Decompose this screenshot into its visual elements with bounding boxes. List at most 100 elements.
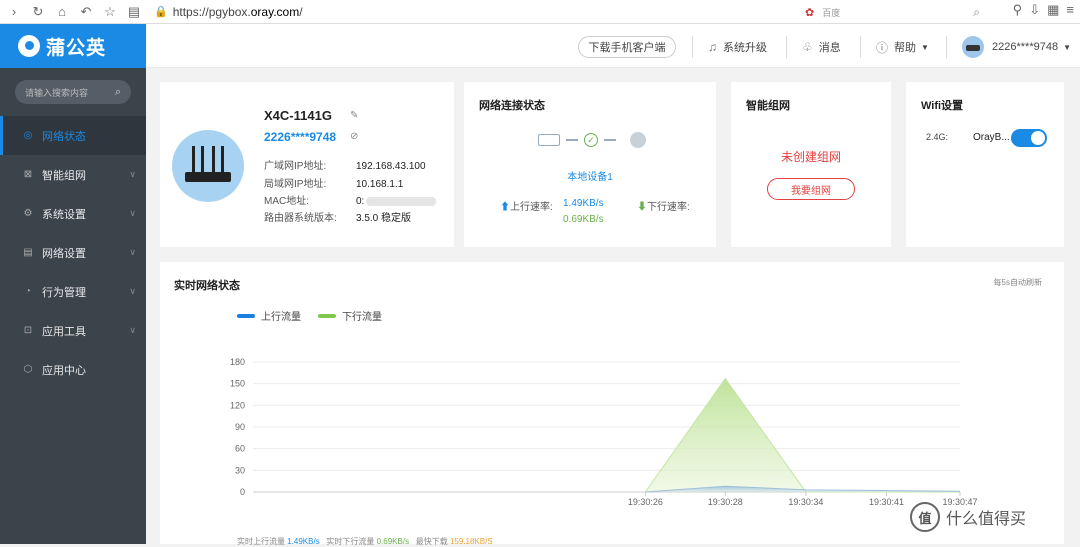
sidebar-item-smart-mesh[interactable]: ⊠ 智能组网 ∨ <box>0 155 146 194</box>
local-device-link[interactable]: 本地设备1 <box>464 168 716 183</box>
user-label: 2226****9748 <box>992 41 1059 53</box>
wifi-band: 2.4G: <box>926 132 949 142</box>
logo[interactable]: 蒲公英 <box>0 24 146 68</box>
star-icon[interactable]: ☆ <box>100 2 120 22</box>
divider <box>692 36 693 58</box>
chevron-down-icon: ▼ <box>1063 42 1071 52</box>
sidebar-item-app-tools[interactable]: ⊡ 应用工具 ∨ <box>0 311 146 350</box>
lan-ip-value: 10.168.1.1 <box>356 179 404 190</box>
sidebar-item-system-settings[interactable]: ⚙ 系统设置 ∨ <box>0 194 146 233</box>
sidebar-search-placeholder: 请输入搜索内容 <box>25 87 89 98</box>
bell-icon: ♫ <box>708 40 717 54</box>
device-account: 2226****9748 <box>264 130 337 144</box>
x-tick-label: 19:30:41 <box>869 497 904 507</box>
mesh-icon: ⊠ <box>23 169 33 180</box>
bottom-down-value: 0.69KB/s <box>376 537 410 546</box>
sidebar-item-label: 网络设置 <box>42 247 86 260</box>
reader-icon[interactable]: ▤ <box>124 2 144 22</box>
wifi-card: Wifi设置 2.4G: OrayB... <box>906 82 1064 247</box>
edit-icon[interactable]: ✎ <box>350 110 358 121</box>
sidebar-item-app-center[interactable]: ⬡ 应用中心 <box>0 350 146 389</box>
version-value: 3.5.0 稳定版 <box>356 213 412 224</box>
mac-row: MAC地址: 0: <box>264 192 437 207</box>
extensions-icon[interactable]: ▦ <box>1047 2 1059 18</box>
download-rate-value: 0.69KB/s <box>563 214 604 225</box>
address-bar[interactable]: 🔒 https://pgybox.oray.com/ <box>154 0 794 24</box>
y-tick-label: 90 <box>235 422 245 432</box>
mac-value: 0: <box>356 196 365 207</box>
bottom-stats: 实时上行流量 1.49KB/s 实时下行流量 0.69KB/s 最快下载 159… <box>237 536 493 547</box>
app-center-icon: ⬡ <box>23 364 33 375</box>
upload-rate-value: 1.49KB/s <box>563 198 604 209</box>
avatar <box>962 36 984 58</box>
download-rate-label: 下行速率: <box>647 202 690 213</box>
device-card: X4C-1141G ✎ 2226****9748 ⊘ 广域网IP地址: 192.1… <box>160 82 454 247</box>
refresh-icon[interactable]: ↻ <box>28 2 48 22</box>
sidebar-item-network-settings[interactable]: ▤ 网络设置 ∨ <box>0 233 146 272</box>
divider <box>860 36 861 58</box>
y-tick-label: 150 <box>230 379 245 389</box>
mac-label: MAC地址: <box>264 196 309 207</box>
help-label: 帮助 <box>894 42 917 54</box>
menu-icon[interactable]: ≡ <box>1066 2 1074 18</box>
search-icon[interactable]: ⌕ <box>115 86 121 99</box>
router-image <box>172 130 244 202</box>
network-status-card: 网络连接状态 ✓ 本地设备1 ⬆上行速率: 1.49KB/s ⬇下行速率: 0.… <box>464 82 716 247</box>
network-icon: ▤ <box>23 247 33 258</box>
download-series-area <box>645 378 960 492</box>
chevron-down-icon: ∨ <box>129 169 136 179</box>
arrow-up-icon: ⬆ <box>500 202 510 213</box>
home-icon[interactable]: ⌂ <box>52 2 72 22</box>
browser-search-input[interactable]: 百度 <box>822 6 840 19</box>
account-icon[interactable]: ⚲ <box>1013 2 1023 18</box>
sidebar-item-label: 智能组网 <box>42 169 86 182</box>
bottom-peak-value: 159.18KB/S <box>449 537 493 546</box>
y-tick-label: 30 <box>235 465 245 475</box>
upload-rate: ⬆上行速率: <box>500 198 553 213</box>
watermark-logo-icon: 值 <box>910 502 940 532</box>
create-mesh-button[interactable]: 我要组网 <box>767 178 855 200</box>
watermark: 值 什么值得买 <box>910 502 1026 532</box>
smart-mesh-card: 智能组网 未创建组网 我要组网 <box>731 82 891 247</box>
y-tick-label: 120 <box>230 400 245 410</box>
sidebar-item-behavior-management[interactable]: ◔ 行为管理 ∨ <box>0 272 146 311</box>
bottom-up-label: 实时上行流量 <box>237 537 285 546</box>
undo-icon[interactable]: ↶ <box>76 2 96 22</box>
sidebar: 请输入搜索内容 ⌕ ◎ 网络状态 ⊠ 智能组网 ∨ ⚙ 系统设置 ∨ ▤ 网络设… <box>0 68 146 544</box>
notification-icon: ♧ <box>802 40 813 54</box>
download-rate: ⬇下行速率: <box>637 198 690 213</box>
wifi-toggle[interactable] <box>1011 129 1047 147</box>
download-icon[interactable]: ⇩ <box>1029 2 1040 18</box>
app-header: 蒲公英 下载手机客户端 ♫ 系统升级 ♧ 消息 ⓘ 帮助 ▼ 2226****9… <box>0 24 1080 68</box>
network-status-title: 网络连接状态 <box>479 100 545 112</box>
version-label: 路由器系统版本: <box>264 213 337 224</box>
help-menu[interactable]: ⓘ 帮助 ▼ <box>876 36 929 58</box>
sidebar-item-label: 系统设置 <box>42 208 86 221</box>
system-upgrade-link[interactable]: ♫ 系统升级 <box>708 36 767 58</box>
search-engine-icon[interactable]: ✿ <box>805 6 814 19</box>
chevron-down-icon: ∨ <box>129 286 136 296</box>
sidebar-item-network-status[interactable]: ◎ 网络状态 <box>0 116 146 155</box>
chevron-down-icon: ▼ <box>921 42 929 52</box>
hide-eye-icon[interactable]: ⊘ <box>350 131 358 142</box>
download-client-button[interactable]: 下载手机客户端 <box>578 36 676 58</box>
logo-text: 蒲公英 <box>46 37 107 59</box>
user-menu[interactable]: 2226****9748 ▼ <box>962 36 1071 58</box>
lock-icon: 🔒 <box>154 6 168 18</box>
browser-search[interactable]: ✿ 百度 ⌕ <box>805 2 980 22</box>
router-icon <box>538 134 560 146</box>
y-tick-label: 180 <box>230 357 245 367</box>
messages-link[interactable]: ♧ 消息 <box>802 36 841 58</box>
divider <box>786 36 787 58</box>
x-tick-label: 19:30:26 <box>628 497 663 507</box>
forward-icon[interactable]: › <box>4 2 24 22</box>
search-icon[interactable]: ⌕ <box>973 5 980 20</box>
version-row: 路由器系统版本: 3.5.0 稳定版 <box>264 209 411 224</box>
behavior-icon: ◔ <box>24 286 32 297</box>
watermark-text: 什么值得买 <box>946 511 1027 528</box>
lan-ip-row: 局域网IP地址: 10.168.1.1 <box>264 175 403 190</box>
chevron-down-icon: ∨ <box>129 247 136 257</box>
y-tick-label: 60 <box>235 444 245 454</box>
divider <box>946 36 947 58</box>
sidebar-search-input[interactable]: 请输入搜索内容 ⌕ <box>15 80 131 104</box>
